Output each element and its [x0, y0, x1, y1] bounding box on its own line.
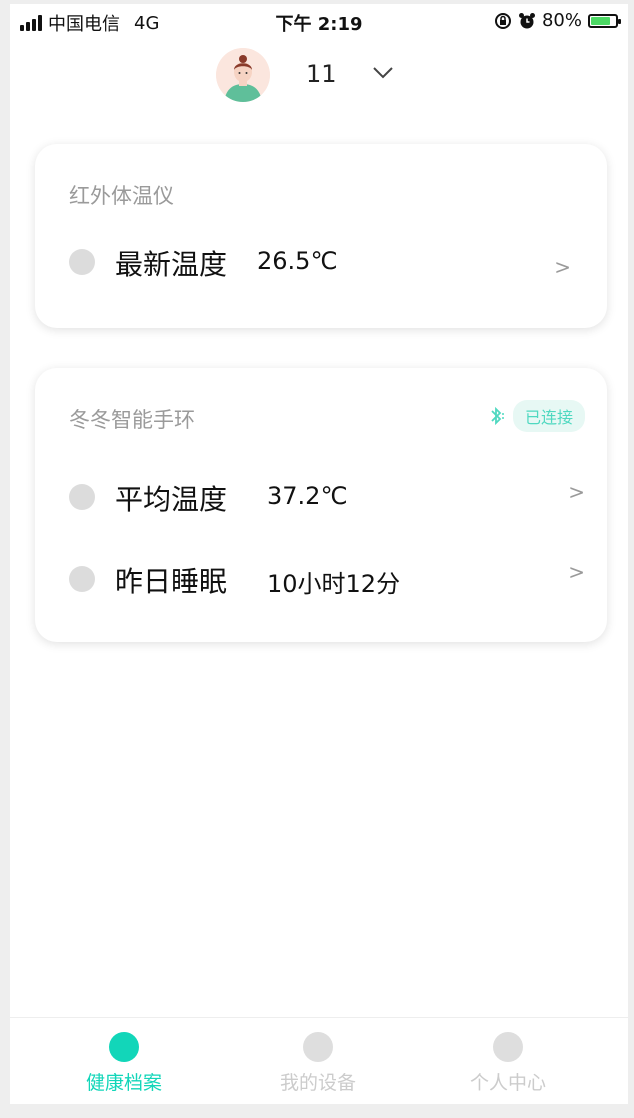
user-name: 11: [306, 60, 337, 88]
bluetooth-status: 已连接: [489, 400, 585, 432]
battery-percent: 80%: [541, 10, 582, 31]
connected-badge: 已连接: [512, 400, 585, 432]
chevron-down-icon[interactable]: [372, 66, 394, 80]
latest-temperature-row[interactable]: 最新温度 26.5℃ >: [35, 237, 607, 287]
row-label: 昨日睡眠: [115, 565, 228, 598]
chevron-right-icon: >: [568, 480, 585, 504]
row-value: 10小时12分: [267, 570, 401, 598]
card-title: 冬冬智能手环: [69, 408, 195, 432]
average-temperature-row[interactable]: 平均温度 37.2℃ >: [35, 472, 607, 522]
tab-my-devices[interactable]: 我的设备: [238, 1032, 398, 1095]
chevron-right-icon: >: [568, 560, 585, 584]
tab-label: 我的设备: [279, 1072, 356, 1094]
chevron-right-icon: >: [554, 255, 571, 279]
tab-personal-center[interactable]: 个人中心: [428, 1032, 588, 1095]
status-bar: 中国电信 4G 下午 2:19 80%: [10, 4, 628, 40]
row-label: 最新温度: [115, 248, 228, 281]
tab-label: 个人中心: [469, 1072, 546, 1094]
rotation-lock-icon: [494, 12, 511, 29]
row-label: 平均温度: [115, 483, 228, 516]
avatar[interactable]: [216, 48, 270, 102]
tab-health-records[interactable]: 健康档案: [44, 1032, 204, 1095]
health-records-icon: [109, 1032, 139, 1062]
avatar-illustration: [216, 48, 270, 102]
infrared-thermometer-card: 红外体温仪 最新温度 26.5℃ >: [35, 144, 607, 328]
row-value: 37.2℃: [267, 482, 348, 510]
status-dot: [69, 566, 95, 592]
status-dot: [69, 249, 95, 275]
personal-center-icon: [493, 1032, 523, 1062]
status-dot: [69, 484, 95, 510]
bluetooth-icon: [491, 406, 504, 426]
status-right: 80%: [494, 10, 621, 31]
tab-label: 健康档案: [85, 1072, 162, 1094]
tab-bar: 健康档案 我的设备 个人中心: [10, 1017, 628, 1104]
card-title: 红外体温仪: [69, 184, 174, 208]
battery-fill: [591, 16, 610, 25]
row-value: 26.5℃: [257, 247, 338, 275]
my-devices-icon: [303, 1032, 333, 1062]
sleep-row[interactable]: 昨日睡眠 10小时12分 >: [35, 554, 607, 604]
alarm-icon: [518, 12, 535, 28]
app-screen: 中国电信 4G 下午 2:19 80% 11 红外体温仪 最新温度 26.5℃ …: [10, 4, 628, 1104]
battery-icon: [588, 13, 621, 28]
user-header: 11: [10, 46, 628, 106]
smart-band-card: 冬冬智能手环 已连接 平均温度 37.2℃ > 昨日睡眠 10小时12分 >: [35, 368, 607, 642]
